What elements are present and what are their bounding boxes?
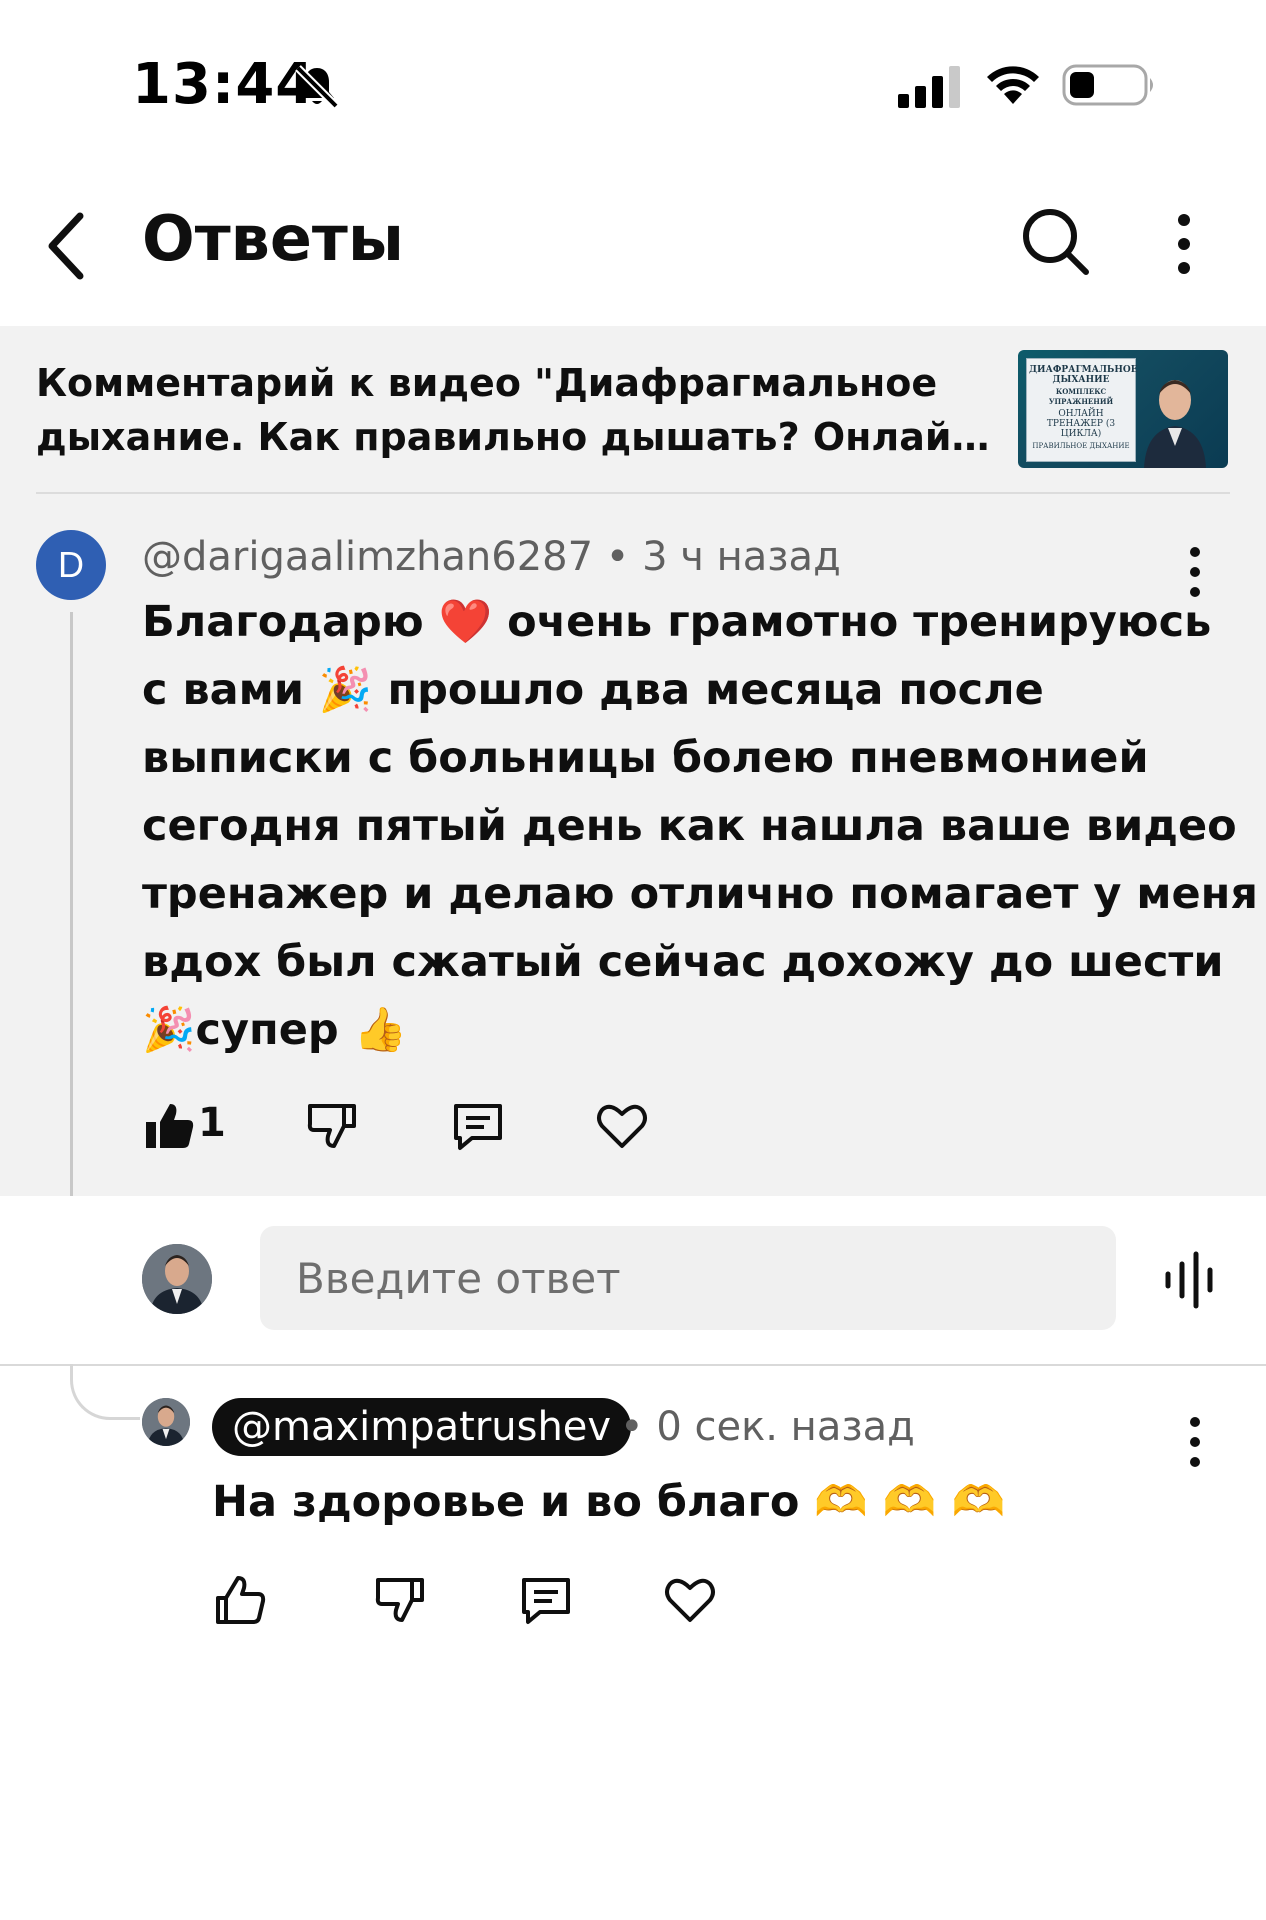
more-vertical-icon[interactable] [1164,208,1204,280]
reply-actions [212,1572,772,1632]
comment-line: выписки с больницы болею пневмонией [142,733,1149,783]
thumbs-up-filled-icon[interactable] [142,1098,198,1154]
divider [36,492,1230,494]
comment-line: с вами 🎉 прошло два месяца после [142,665,1044,715]
reply-compose [0,1196,1266,1366]
bell-slash-icon [295,65,339,109]
comment-panel: Комментарий к видео "Диафрагмальное дыха… [0,326,1266,1196]
commenter-avatar[interactable]: D [36,530,106,600]
video-title-line2: дыхание. Как правильно дышать? Онлайн-т.… [36,415,996,459]
reply-icon[interactable] [518,1572,574,1628]
thumbnail-line2: КОМПЛЕКС УПРАЖНЕНИЙ [1048,387,1114,406]
thumbs-up-icon[interactable] [212,1572,268,1628]
reply-avatar[interactable] [142,1398,190,1446]
comment-actions: 1 [142,1098,742,1178]
reply-input[interactable] [260,1226,1116,1330]
thumbnail-person-image [1144,380,1206,468]
like-count: 1 [198,1100,226,1146]
comment-line: вдох был сжатый сейчас дохожу до шести [142,937,1224,987]
status-time: 13:44 [132,52,316,117]
user-avatar[interactable] [142,1244,212,1314]
user-avatar-image [142,1244,212,1314]
page-title: Ответы [142,202,404,275]
back-arrow-icon[interactable] [40,206,96,286]
thumbnail-line4: ПРАВИЛЬНОЕ ДЫХАНИЕ [1032,442,1130,450]
reply-thread-connector [70,1364,140,1420]
reply-time: 0 сек. назад [656,1404,915,1450]
video-thumbnail[interactable]: ДИАФРАГМАЛЬНОЕ ДЫХАНИЕ КОМПЛЕКС УПРАЖНЕН… [1018,350,1228,468]
video-title[interactable]: Комментарий к видео "Диафрагмальное дыха… [36,356,996,464]
comment-line: 🎉супер 👍 [142,1005,408,1055]
status-bar: 13:44 [0,0,1266,170]
thumbs-down-icon[interactable] [372,1572,428,1628]
comment-line: тренажер и делаю отлично помагает у меня [142,869,1258,919]
reply-more-icon[interactable] [1178,1410,1212,1474]
thread-line [70,612,73,1196]
thumbnail-card: ДИАФРАГМАЛЬНОЕ ДЫХАНИЕ КОМПЛЕКС УПРАЖНЕН… [1026,358,1138,462]
comment-text: Благодарю ❤️ очень грамотно тренируюсь с… [142,588,1258,1064]
battery-icon [1062,64,1153,106]
thumbs-down-icon[interactable] [304,1098,360,1154]
thumbnail-line1: ДИАФРАГМАЛЬНОЕ ДЫХАНИЕ [1029,365,1138,385]
comment-line: Благодарю ❤️ очень грамотно тренируюсь [142,597,1212,647]
screen: 13:44 Ответы Комментарий к видео "Диафра… [0,0,1266,1920]
search-icon[interactable] [1020,206,1092,278]
reply-avatar-image [142,1398,190,1446]
comment-line: сегодня пятый день как нашла ваше видео [142,801,1237,851]
comment-time: 3 ч назад [642,534,841,580]
video-title-line1: Комментарий к видео "Диафрагмальное [36,361,938,405]
wifi-icon [987,66,1039,104]
reply-icon[interactable] [450,1098,506,1154]
meta-separator: • [605,534,630,580]
voice-input-icon[interactable] [1162,1250,1218,1310]
reply-text: На здоровье и во благо 🫶 🫶 🫶 [212,1477,1005,1527]
thumbnail-line3: ОНЛАЙН ТРЕНАЖЕР (3 ЦИКЛА) [1046,409,1116,439]
app-header: Ответы [0,170,1266,326]
heart-icon[interactable] [662,1572,718,1628]
comment-meta: @darigaalimzhan6287 • 3 ч назад [142,534,841,580]
meta-separator: • [620,1404,644,1450]
heart-icon[interactable] [594,1098,650,1154]
cellular-signal-icon [898,66,960,108]
reply-meta: • 0 сек. назад [620,1404,915,1450]
comment-author[interactable]: @darigaalimzhan6287 [142,534,593,580]
reply-author-chip[interactable]: @maximpatrushev [212,1398,632,1456]
